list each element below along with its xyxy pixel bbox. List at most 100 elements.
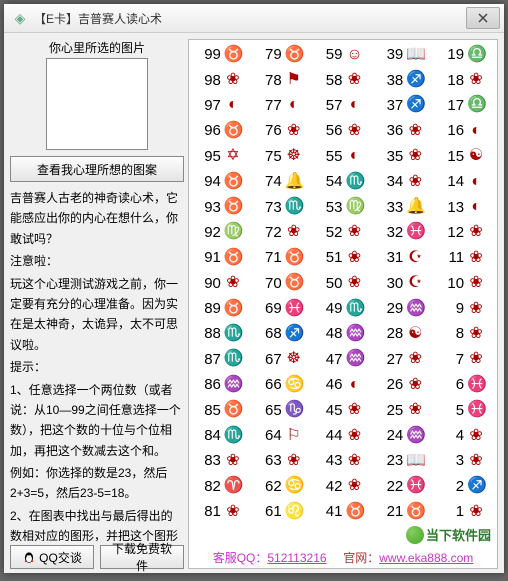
cell-number: 76 — [262, 122, 282, 139]
cell-number: 33 — [383, 199, 403, 216]
grid-cell: 72❀ — [252, 220, 313, 245]
instruction-line: 例如：你选择的数是23，然后2+3=5，然后23-5=18。 — [10, 463, 184, 504]
qq-chat-button[interactable]: QQ交谈 — [10, 545, 94, 569]
cell-number: 49 — [322, 300, 342, 317]
grid-cell: 6♓ — [434, 372, 495, 397]
grid-cell: 79♉ — [252, 42, 313, 67]
grid-cell: 21♉ — [373, 499, 434, 524]
grid-cell: 27❀ — [373, 347, 434, 372]
cell-number: 79 — [262, 46, 282, 63]
cell-number: 17 — [444, 97, 464, 114]
cell-symbol: ❀ — [406, 402, 424, 418]
cell-symbol: ♓ — [467, 377, 485, 393]
instruction-line: 1、任意选择一个两位数（或者说：从10—99之间任意选择一个数），把这个数的十位… — [10, 380, 184, 462]
grid-cell: 93♉ — [191, 194, 252, 219]
grid-cell: 17♎ — [434, 93, 495, 118]
cell-number: 69 — [262, 300, 282, 317]
cell-symbol: ☺ — [345, 47, 363, 63]
cell-number: 27 — [383, 351, 403, 368]
grid-cell: 78⚑ — [252, 67, 313, 92]
grid-cell: 43❀ — [313, 448, 374, 473]
cell-number: 91 — [201, 249, 221, 266]
cell-number: 22 — [383, 478, 403, 495]
instruction-line: 吉普赛人古老的神奇读心术，它能感应出你的内心在想什么，你敢试吗？ — [10, 188, 184, 249]
grid-cell: 89♉ — [191, 296, 252, 321]
cell-number: 53 — [322, 199, 342, 216]
download-button-label: 下载免费软件 — [107, 540, 177, 573]
grid-cell: 95✡ — [191, 144, 252, 169]
download-button[interactable]: 下载免费软件 — [100, 545, 184, 569]
cell-symbol: ❀ — [285, 453, 303, 469]
grid-cell: 16◐ — [434, 118, 495, 143]
cell-number: 64 — [262, 427, 282, 444]
cell-symbol: ♎ — [467, 47, 485, 63]
cell-number: 39 — [383, 46, 403, 63]
grid-cell: 48♒ — [313, 321, 374, 346]
grid-cell: 98❀ — [191, 67, 252, 92]
cell-symbol: ♉ — [224, 123, 242, 139]
cell-symbol: ♍ — [345, 199, 363, 215]
cell-symbol: ❀ — [285, 123, 303, 139]
cell-symbol: ◐ — [467, 174, 485, 190]
grid-cell: 97◐ — [191, 93, 252, 118]
cell-symbol: ♉ — [224, 301, 242, 317]
cell-number: 88 — [201, 325, 221, 342]
chosen-label: 你心里所选的图片 — [10, 39, 184, 56]
cell-number: 45 — [322, 402, 342, 419]
grid-cell: 39📖 — [373, 42, 434, 67]
grid-cell: 42❀ — [313, 474, 374, 499]
grid-cell: 29♒ — [373, 296, 434, 321]
cell-number: 5 — [444, 402, 464, 419]
cell-number: 95 — [201, 148, 221, 165]
grid-cell: 76❀ — [252, 118, 313, 143]
kefu-qq-link[interactable]: 512113216 — [267, 551, 326, 565]
close-button[interactable] — [466, 7, 500, 29]
grid-cell: 47♒ — [313, 347, 374, 372]
cell-symbol: ◐ — [467, 123, 485, 139]
grid-cell: 8❀ — [434, 321, 495, 346]
grid-cell: 52❀ — [313, 220, 374, 245]
grid-cell: 35❀ — [373, 144, 434, 169]
cell-number: 2 — [444, 478, 464, 495]
cell-number: 13 — [444, 199, 464, 216]
cell-number: 99 — [201, 46, 221, 63]
grid-cell: 28☯ — [373, 321, 434, 346]
grid-cell: 56❀ — [313, 118, 374, 143]
watermark-icon — [406, 526, 424, 544]
reveal-button[interactable]: 查看我心理所想的图案 — [10, 156, 184, 182]
cell-number: 57 — [322, 97, 342, 114]
cell-number: 68 — [262, 325, 282, 342]
cell-symbol: ♏ — [345, 174, 363, 190]
cell-symbol: ◐ — [345, 97, 363, 113]
cell-number: 85 — [201, 402, 221, 419]
grid-cell: 58❀ — [313, 67, 374, 92]
cell-symbol: ❀ — [467, 275, 485, 291]
grid-cell: 54♏ — [313, 169, 374, 194]
guan-url-link[interactable]: www.eka888.com — [379, 551, 473, 565]
grid-cell: 4❀ — [434, 423, 495, 448]
instructions: 吉普赛人古老的神奇读心术，它能感应出你的内心在想什么，你敢试吗？注意啦：玩这个心… — [10, 188, 184, 541]
grid-cell: 10❀ — [434, 271, 495, 296]
cell-symbol: 📖 — [406, 453, 424, 469]
cell-symbol: ♓ — [406, 224, 424, 240]
cell-number: 8 — [444, 325, 464, 342]
cell-symbol: ❀ — [406, 148, 424, 164]
grid-cell: 12❀ — [434, 220, 495, 245]
cell-symbol: ❀ — [467, 326, 485, 342]
grid-cell: 18❀ — [434, 67, 495, 92]
grid-cell: 24♒ — [373, 423, 434, 448]
cell-number: 16 — [444, 122, 464, 139]
cell-number: 15 — [444, 148, 464, 165]
cell-number: 23 — [383, 452, 403, 469]
app-icon: ◈ — [12, 10, 28, 26]
cell-symbol: ♏ — [285, 199, 303, 215]
cell-symbol: ♒ — [406, 428, 424, 444]
grid-cell: 70♉ — [252, 271, 313, 296]
grid-cell: 38♐ — [373, 67, 434, 92]
grid-cell: 90❀ — [191, 271, 252, 296]
grid-cell: 34❀ — [373, 169, 434, 194]
cell-number: 19 — [444, 46, 464, 63]
cell-number: 32 — [383, 224, 403, 241]
cell-symbol: ♒ — [345, 351, 363, 367]
cell-symbol: ♌ — [285, 504, 303, 520]
